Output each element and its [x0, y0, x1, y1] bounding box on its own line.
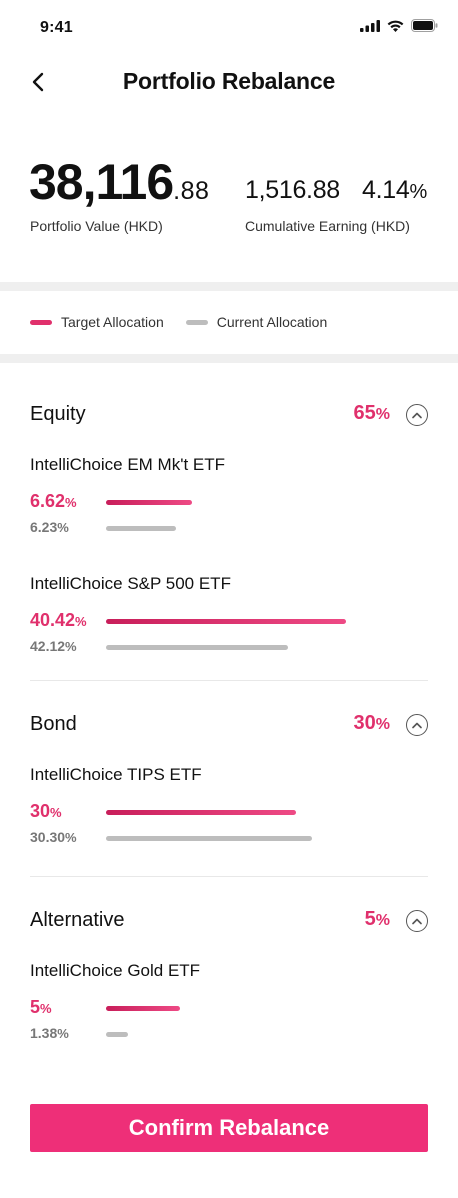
portfolio-value-decimal: .88	[173, 177, 210, 205]
chevron-up-icon	[412, 722, 422, 728]
page-title: Portfolio Rebalance	[122, 68, 336, 94]
group-name: Bond	[30, 713, 77, 735]
portfolio-value-main: 38,116	[29, 154, 174, 210]
target-allocation-bar	[106, 619, 346, 624]
cumulative-earning-label: Cumulative Earning (HKD)	[245, 218, 410, 234]
percent-sign: %	[409, 181, 427, 203]
allocation-group-equity: Equity 65% IntelliChoice EM Mk't ETF 6.6…	[30, 400, 428, 654]
group-percent: 65%	[354, 402, 390, 425]
current-number: 1.38	[30, 1025, 58, 1041]
portfolio-value-label: Portfolio Value (HKD)	[30, 218, 163, 234]
portfolio-value: 38,116.88	[29, 150, 209, 214]
percent-sign: %	[65, 639, 77, 654]
legend-current: Current Allocation	[185, 314, 328, 330]
fund-current-percent: 6.23%	[30, 519, 69, 535]
fund-current-percent: 1.38%	[30, 1025, 69, 1041]
legend-current-label: Current Allocation	[216, 314, 328, 330]
percent-sign: %	[75, 614, 87, 629]
target-number: 40.42	[30, 610, 76, 630]
legend-target-label: Target Allocation	[61, 314, 164, 330]
percent-sign: %	[57, 1026, 69, 1041]
section-divider	[0, 282, 458, 291]
status-icons	[360, 19, 438, 32]
collapse-button[interactable]	[406, 404, 428, 426]
percent-sign: %	[50, 805, 62, 820]
fund-target-percent: 5%	[30, 997, 52, 1018]
percent-sign: %	[65, 830, 77, 845]
target-allocation-bar	[106, 500, 192, 505]
target-allocation-bar	[106, 1006, 180, 1011]
group-name: Alternative	[30, 909, 125, 931]
group-name: Equity	[30, 403, 86, 425]
percent-sign: %	[57, 520, 69, 535]
section-divider	[0, 354, 458, 363]
legend-target-swatch	[30, 319, 52, 325]
fund-target-percent: 6.62%	[30, 491, 77, 512]
collapse-button[interactable]	[406, 714, 428, 736]
group-percent: 30%	[354, 712, 390, 735]
fund-name: IntelliChoice Gold ETF	[30, 961, 201, 980]
fund-target-percent: 30%	[30, 801, 62, 822]
earning-percent-number: 4.14	[362, 176, 410, 204]
group-separator	[30, 680, 428, 681]
group-percent-number: 65	[353, 402, 376, 424]
cumulative-earning-percent: 4.14%	[362, 174, 427, 208]
target-allocation-bar	[106, 810, 296, 815]
status-bar: 9:41	[0, 0, 458, 58]
fund-target-percent: 40.42%	[30, 610, 87, 631]
group-header: Equity 65%	[30, 400, 428, 432]
legend-target: Target Allocation	[30, 314, 164, 330]
percent-sign: %	[40, 1001, 52, 1016]
fund-current-percent: 30.30%	[30, 829, 77, 845]
allocation-group-bond: Bond 30% IntelliChoice TIPS ETF 30% 30.3…	[30, 710, 428, 845]
chevron-up-icon	[412, 412, 422, 418]
fund-name: IntelliChoice S&P 500 ETF	[30, 574, 231, 593]
status-time: 9:41	[40, 19, 73, 36]
current-allocation-bar	[106, 526, 176, 531]
group-header: Bond 30%	[30, 710, 428, 742]
target-number: 6.62	[30, 491, 66, 511]
fund-name: IntelliChoice TIPS ETF	[30, 765, 202, 784]
cellular-signal-icon	[360, 19, 380, 32]
allocation-group-alternative: Alternative 5% IntelliChoice Gold ETF 5%…	[30, 906, 428, 1041]
portfolio-summary: 38,116.88 Portfolio Value (HKD) 1,516.88…	[0, 150, 458, 260]
current-number: 30.30	[30, 829, 66, 845]
percent-sign: %	[375, 716, 390, 733]
wifi-icon	[387, 20, 404, 32]
current-number: 42.12	[30, 638, 66, 654]
cumulative-earning-value: 1,516.88	[245, 176, 340, 204]
current-allocation-bar	[106, 1032, 128, 1037]
percent-sign: %	[65, 495, 77, 510]
target-number: 5	[30, 997, 41, 1017]
collapse-button[interactable]	[406, 910, 428, 932]
current-number: 6.23	[30, 519, 58, 535]
confirm-rebalance-button[interactable]: Confirm Rebalance	[30, 1104, 428, 1152]
target-number: 30	[30, 801, 51, 821]
group-percent-number: 5	[364, 908, 376, 930]
nav-header: Portfolio Rebalance	[0, 58, 458, 106]
group-header: Alternative 5%	[30, 906, 428, 938]
group-percent-number: 30	[353, 712, 376, 734]
percent-sign: %	[375, 406, 390, 423]
percent-sign: %	[375, 912, 390, 929]
fund-current-percent: 42.12%	[30, 638, 77, 654]
current-allocation-bar	[106, 836, 312, 841]
legend-current-swatch	[185, 319, 208, 325]
allocation-legend: Target Allocation Current Allocation	[30, 298, 327, 346]
group-percent: 5%	[365, 908, 390, 931]
group-separator	[30, 876, 428, 877]
battery-icon	[411, 19, 438, 32]
current-allocation-bar	[106, 645, 288, 650]
chevron-up-icon	[412, 918, 422, 924]
fund-name: IntelliChoice EM Mk't ETF	[30, 455, 226, 474]
